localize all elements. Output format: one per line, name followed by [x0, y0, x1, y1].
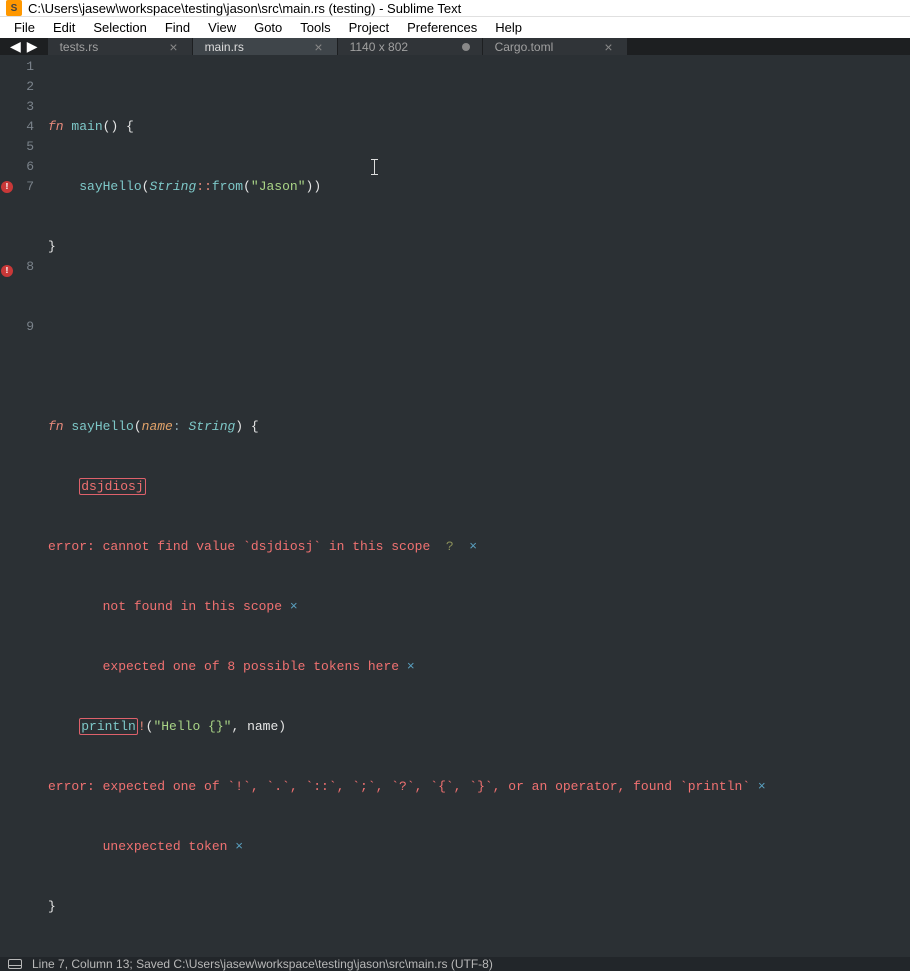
menu-edit[interactable]: Edit [45, 17, 83, 38]
error-marker-icon[interactable]: ! [1, 181, 13, 193]
menu-tools[interactable]: Tools [292, 17, 338, 38]
titlebar: S C:\Users\jasew\workspace\testing\jason… [0, 0, 910, 17]
menu-file[interactable]: File [6, 17, 43, 38]
line-number-gutter: 1 2 3 4 5 6 7 8 9 [14, 55, 44, 957]
code-line[interactable]: } [48, 237, 910, 257]
menu-project[interactable]: Project [341, 17, 397, 38]
code-line[interactable]: sayHello(String::from("Jason")) [48, 177, 910, 197]
nav-forward-icon[interactable]: ▶ [27, 38, 38, 55]
panel-toggle-icon[interactable] [8, 959, 22, 969]
line-number[interactable]: 7 [14, 177, 34, 197]
text-cursor-icon [374, 159, 375, 175]
line-number[interactable]: 6 [14, 157, 34, 177]
line-number[interactable]: 1 [14, 57, 34, 77]
tab-tests[interactable]: tests.rs × [48, 38, 193, 55]
code-line[interactable] [48, 297, 910, 317]
code-line[interactable]: } [48, 897, 910, 917]
tab-cargo[interactable]: Cargo.toml × [483, 38, 628, 55]
inline-error[interactable]: error: expected one of `!`, `.`, `::`, `… [48, 777, 910, 797]
code-line[interactable]: println!("Hello {}", name) [48, 717, 910, 737]
tab-label: main.rs [205, 40, 313, 54]
tab-label: 1140 x 802 [350, 40, 462, 54]
code-line[interactable] [48, 357, 910, 377]
line-number [14, 277, 34, 297]
inline-error[interactable]: unexpected token × [48, 837, 910, 857]
line-number [14, 237, 34, 257]
line-number[interactable]: 5 [14, 137, 34, 157]
close-icon[interactable]: × [312, 39, 324, 55]
inline-error[interactable]: expected one of 8 possible tokens here × [48, 657, 910, 677]
code-line[interactable]: fn main() { [48, 117, 910, 137]
menu-view[interactable]: View [200, 17, 244, 38]
inline-error[interactable]: not found in this scope × [48, 597, 910, 617]
tab-label: Cargo.toml [495, 40, 603, 54]
menu-goto[interactable]: Goto [246, 17, 290, 38]
tab-history-nav: ◀ ▶ [0, 38, 48, 55]
tab-main[interactable]: main.rs × [193, 38, 338, 55]
menu-preferences[interactable]: Preferences [399, 17, 485, 38]
dirty-indicator-icon[interactable] [462, 43, 470, 51]
tabbar: ◀ ▶ tests.rs × main.rs × 1140 x 802 Carg… [0, 38, 910, 55]
window-title: C:\Users\jasew\workspace\testing\jason\s… [28, 1, 461, 16]
app-icon: S [6, 0, 22, 16]
status-text: Line 7, Column 13; Saved C:\Users\jasew\… [32, 957, 493, 971]
line-number[interactable]: 9 [14, 317, 34, 337]
statusbar: Line 7, Column 13; Saved C:\Users\jasew\… [0, 957, 910, 971]
error-marker-icon[interactable]: ! [1, 265, 13, 277]
nav-back-icon[interactable]: ◀ [10, 38, 21, 55]
line-number[interactable]: 3 [14, 97, 34, 117]
editor[interactable]: ! ! 1 2 3 4 5 6 7 8 9 fn main() { sayHel… [0, 55, 910, 957]
tab-untitled[interactable]: 1140 x 802 [338, 38, 483, 55]
tab-label: tests.rs [60, 40, 168, 54]
close-icon[interactable]: × [167, 39, 179, 55]
close-icon[interactable]: × [602, 39, 614, 55]
line-number [14, 217, 34, 237]
line-number [14, 297, 34, 317]
menu-selection[interactable]: Selection [85, 17, 154, 38]
code-area[interactable]: fn main() { sayHello(String::from("Jason… [44, 55, 910, 957]
line-number[interactable]: 8 [14, 257, 34, 277]
line-number[interactable]: 4 [14, 117, 34, 137]
error-gutter: ! ! [0, 55, 14, 957]
line-number [14, 197, 34, 217]
code-line[interactable]: dsjdiosj [48, 477, 910, 497]
inline-error[interactable]: error: cannot find value `dsjdiosj` in t… [48, 537, 910, 557]
menu-find[interactable]: Find [157, 17, 198, 38]
menubar: File Edit Selection Find View Goto Tools… [0, 17, 910, 38]
code-line[interactable]: fn sayHello(name: String) { [48, 417, 910, 437]
menu-help[interactable]: Help [487, 17, 530, 38]
line-number[interactable]: 2 [14, 77, 34, 97]
